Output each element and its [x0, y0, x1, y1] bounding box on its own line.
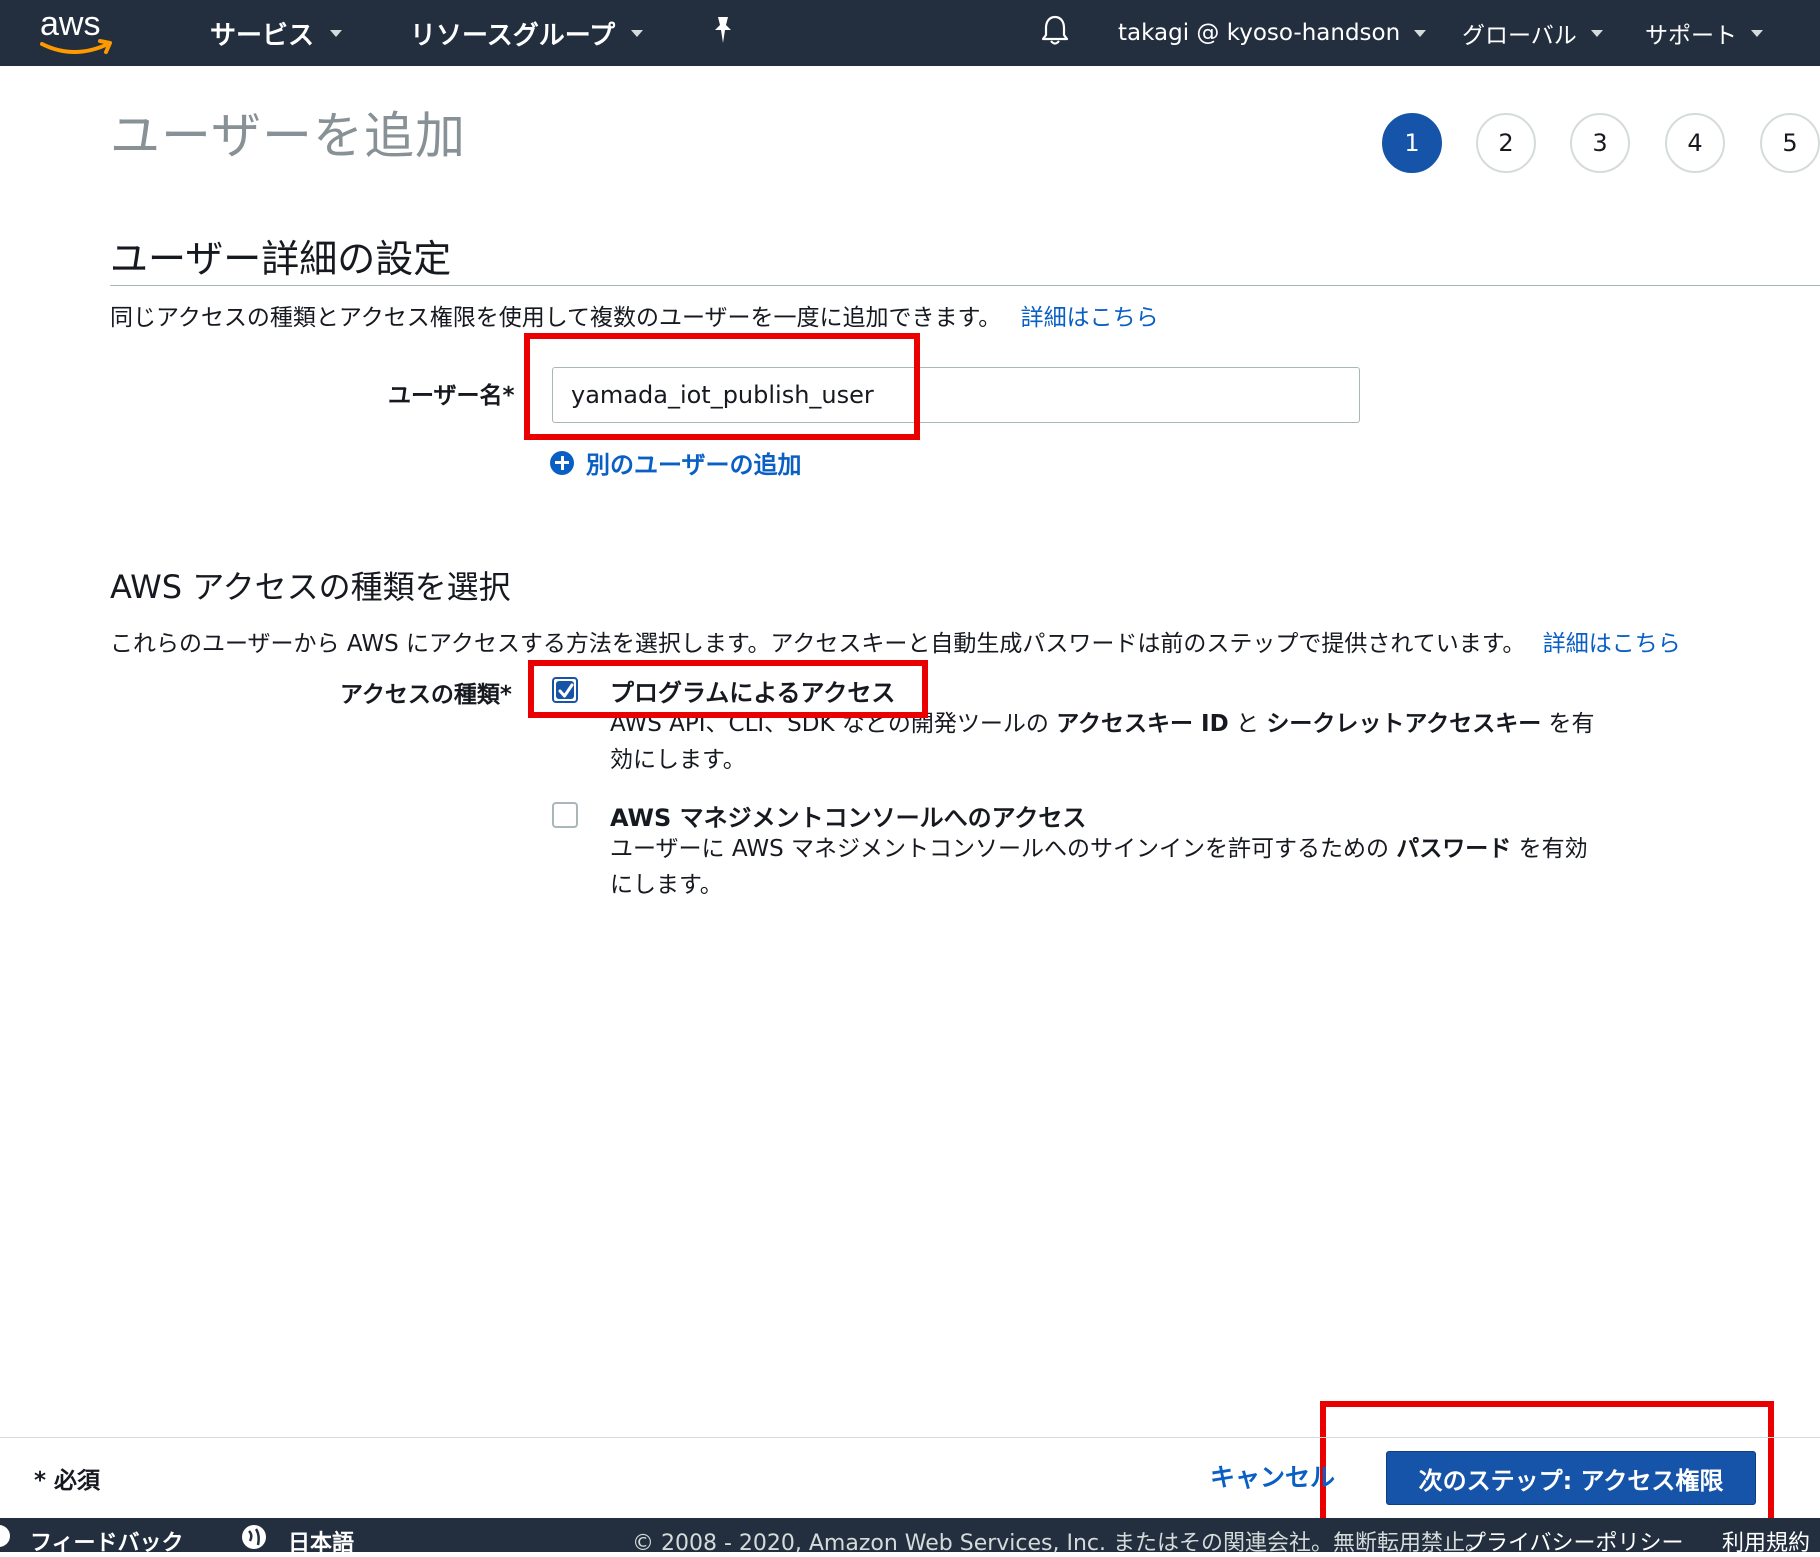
- notifications-button[interactable]: [1040, 0, 1070, 66]
- footer-divider: [0, 1437, 1820, 1438]
- chevron-down-icon: [1590, 29, 1603, 37]
- resource-groups-label: リソースグループ: [410, 20, 616, 51]
- support-menu[interactable]: サポート: [1645, 0, 1763, 66]
- aws-logo[interactable]: aws: [38, 4, 118, 60]
- add-another-user-link[interactable]: 別のユーザーの追加: [550, 445, 802, 480]
- access-key-id-text: アクセスキー ID: [1056, 711, 1229, 737]
- chevron-down-icon: [1751, 29, 1763, 37]
- chevron-down-icon: [1414, 29, 1427, 37]
- console-desc-prefix: ユーザーに AWS マネジメントコンソールへのサインインを許可するための: [610, 836, 1389, 862]
- terms-link[interactable]: 利用規約: [1722, 1525, 1810, 1557]
- region-label: グローバル: [1462, 23, 1577, 49]
- console-access-title: AWS マネジメントコンソールへのアクセス: [610, 804, 1087, 832]
- wizard-step-5[interactable]: 5: [1760, 113, 1820, 173]
- aws-logo-text: aws: [40, 5, 100, 43]
- language-selector[interactable]: 日本語: [288, 1525, 354, 1557]
- region-menu[interactable]: グローバル: [1462, 0, 1603, 66]
- checkmark-icon: [558, 682, 574, 704]
- programmatic-access-highlight-box: [528, 660, 928, 718]
- user-details-heading: ユーザー詳細の設定: [110, 237, 452, 281]
- cancel-link[interactable]: キャンセル: [1210, 1458, 1335, 1494]
- chevron-down-icon: [330, 29, 343, 37]
- access-learn-more-link[interactable]: 詳細はこちら: [1543, 631, 1681, 657]
- chevron-down-icon: [631, 29, 644, 37]
- console-access-checkbox[interactable]: [552, 802, 578, 828]
- page-title: ユーザーを追加: [110, 107, 466, 165]
- support-label: サポート: [1645, 23, 1737, 49]
- required-note: * 必須: [34, 1468, 101, 1494]
- bell-icon: [1040, 14, 1070, 52]
- password-text: パスワード: [1396, 836, 1512, 862]
- access-type-label: アクセスの種類*: [340, 682, 512, 708]
- console-access-description: ユーザーに AWS マネジメントコンソールへのサインインを許可するための パスワ…: [610, 831, 1600, 903]
- username-label: ユーザー名*: [388, 383, 515, 409]
- services-menu[interactable]: サービス: [210, 0, 343, 66]
- pin-button[interactable]: [710, 0, 736, 66]
- wizard-step-3[interactable]: 3: [1570, 113, 1630, 173]
- account-label: takagi @ kyoso-handson: [1118, 20, 1401, 46]
- section-divider: [110, 285, 1820, 286]
- learn-more-link[interactable]: 詳細はこちら: [1021, 305, 1159, 331]
- copyright-text: © 2008 - 2020, Amazon Web Services, Inc.…: [632, 1531, 1488, 1556]
- user-details-description: 同じアクセスの種類とアクセス権限を使用して複数のユーザーを一度に追加できます。 …: [110, 298, 1159, 332]
- console-bottom-bar: フィードバック 日本語 © 2008 - 2020, Amazon Web Se…: [0, 1518, 1820, 1556]
- programmatic-desc-mid: と: [1236, 711, 1260, 737]
- plus-circle-icon: [550, 450, 574, 475]
- access-type-heading: AWS アクセスの種類を選択: [110, 568, 511, 606]
- account-menu[interactable]: takagi @ kyoso-handson: [1118, 0, 1427, 66]
- wizard-step-4[interactable]: 4: [1665, 113, 1725, 173]
- services-label: サービス: [210, 20, 315, 51]
- feedback-link[interactable]: フィードバック: [30, 1525, 184, 1557]
- wizard-step-1[interactable]: 1: [1382, 113, 1442, 173]
- top-navigation-bar: aws サービス リソースグループ takagi @ kyoso-handson: [0, 0, 1820, 66]
- user-details-description-text: 同じアクセスの種類とアクセス権限を使用して複数のユーザーを一度に追加できます。: [110, 305, 1002, 331]
- secret-access-key-text: シークレットアクセスキー: [1266, 711, 1542, 737]
- access-type-description-text: これらのユーザーから AWS にアクセスする方法を選択します。アクセスキーと自動…: [110, 631, 1526, 657]
- username-highlight-box: [524, 333, 920, 440]
- add-another-user-label: 別のユーザーの追加: [586, 451, 802, 479]
- next-step-permissions-button[interactable]: 次のステップ: アクセス権限: [1386, 1451, 1756, 1505]
- privacy-policy-link[interactable]: プライバシーポリシー: [1464, 1525, 1684, 1557]
- access-type-description: これらのユーザーから AWS にアクセスする方法を選択します。アクセスキーと自動…: [110, 624, 1681, 658]
- resource-groups-menu[interactable]: リソースグループ: [410, 0, 644, 66]
- feedback-icon: [0, 1523, 12, 1555]
- wizard-step-2[interactable]: 2: [1476, 113, 1536, 173]
- pin-icon: [710, 15, 736, 51]
